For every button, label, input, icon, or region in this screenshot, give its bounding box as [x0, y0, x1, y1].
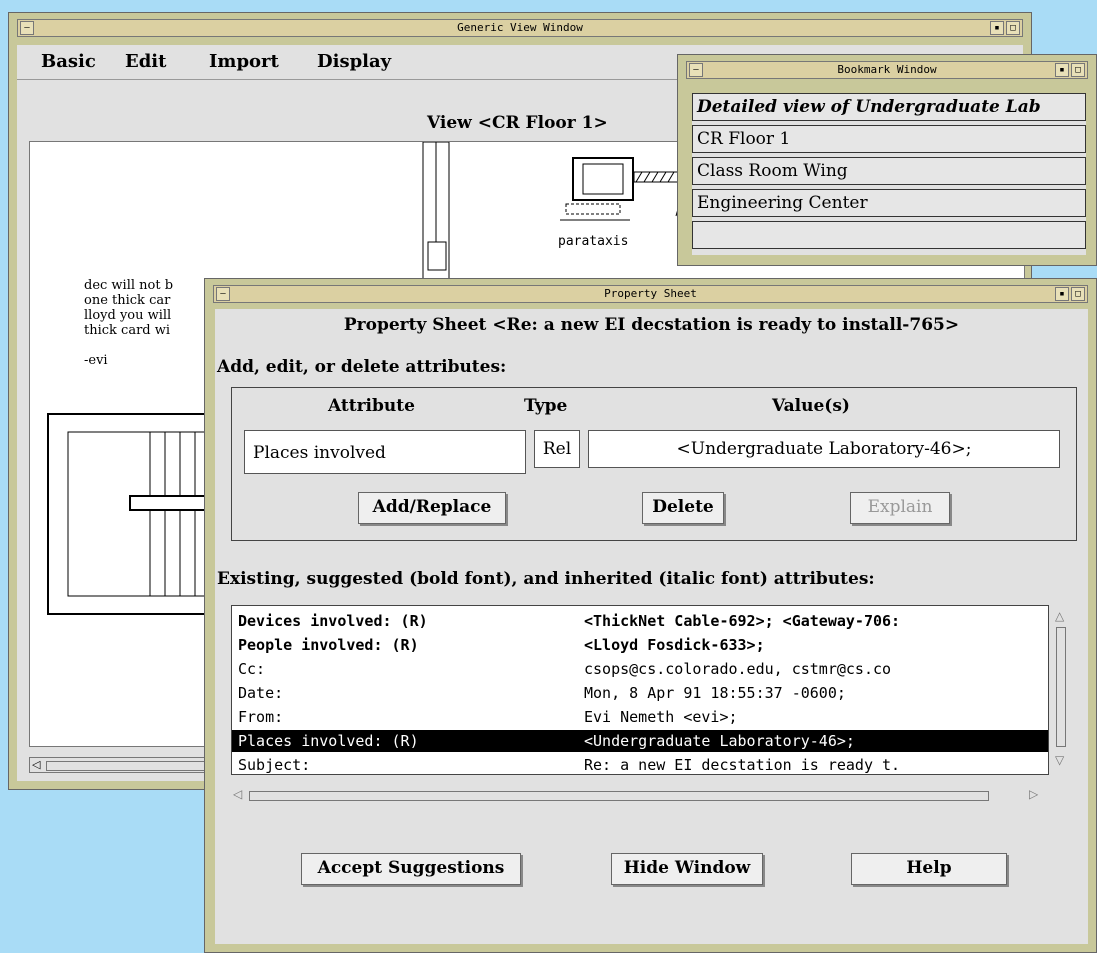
device-label: parataxis [558, 234, 629, 249]
menu-edit[interactable]: Edit [125, 45, 166, 79]
attribute-value: Evi Nemeth <evi>; [584, 708, 738, 726]
list-item-selected[interactable]: Places involved: (R) <Undergraduate Labo… [232, 730, 1048, 752]
attribute-value: <Lloyd Fosdick-633>; [584, 636, 765, 654]
attribute-key: People involved: (R) [238, 636, 419, 654]
attribute-value: <Undergraduate Laboratory-46>; [584, 732, 855, 750]
bookmark-item[interactable]: Class Room Wing [692, 157, 1086, 185]
attribute-input-value: Places involved [253, 443, 386, 463]
bookmark-item[interactable]: Detailed view of Undergraduate Lab [692, 93, 1086, 121]
scroll-down-icon[interactable]: ▽ [1055, 753, 1064, 767]
maximize-icon[interactable]: □ [1071, 287, 1085, 301]
attribute-value: csops@cs.colorado.edu, cstmr@cs.co [584, 660, 892, 678]
scroll-left-icon[interactable]: ◁ [32, 758, 40, 771]
type-input[interactable]: Rel [534, 430, 580, 468]
view-label: View <CR Floor 1> [427, 113, 608, 133]
window-menu-icon[interactable]: – [689, 63, 703, 77]
email-note: dec will not b one thick car lloyd you w… [84, 278, 173, 368]
attribute-value: <ThickNet Cable-692>; <Gateway-706: [584, 612, 901, 630]
attribute-key: Devices involved: (R) [238, 612, 428, 630]
bookmark-list: Detailed view of Undergraduate Lab CR Fl… [692, 93, 1086, 255]
scroll-up-icon[interactable]: △ [1055, 609, 1064, 623]
list-item[interactable]: Cc: csops@cs.colorado.edu, cstmr@cs.co [232, 658, 1048, 680]
maximize-icon[interactable]: □ [1071, 63, 1085, 77]
attribute-key: Date: [238, 684, 284, 702]
generic-view-titlebar[interactable]: – Generic View Window ▪ □ [17, 19, 1023, 37]
property-sheet-body: Property Sheet <Re: a new EI decstation … [215, 309, 1088, 944]
add-replace-button[interactable]: Add/Replace [358, 492, 506, 524]
note-line [84, 338, 173, 353]
values-input-value: <Undergraduate Laboratory-46>; [676, 439, 972, 459]
list-hscrollbar[interactable]: ◁ ▷ [231, 787, 1049, 805]
minimize-icon[interactable]: ▪ [1055, 63, 1069, 77]
bookmark-title: Bookmark Window [837, 63, 937, 76]
list-item[interactable]: People involved: (R) <Lloyd Fosdick-633>… [232, 634, 1048, 656]
attribute-key: Places involved: (R) [238, 732, 419, 750]
menu-basic[interactable]: Basic [41, 45, 96, 79]
attribute-key: From: [238, 708, 284, 726]
note-line: -evi [84, 353, 108, 368]
existing-attributes-label: Existing, suggested (bold font), and inh… [217, 569, 875, 589]
hide-window-button[interactable]: Hide Window [611, 853, 763, 885]
attribute-value: Re: a new EI decstation is ready t. [584, 756, 901, 774]
property-sheet-titlebar[interactable]: – Property Sheet ▪ □ [213, 285, 1088, 303]
attribute-editor: Attribute Type Value(s) Places involved … [231, 387, 1077, 541]
delete-button[interactable]: Delete [642, 492, 724, 524]
col-type-header: Type [524, 396, 568, 416]
minimize-icon[interactable]: ▪ [1055, 287, 1069, 301]
bookmark-item[interactable] [692, 221, 1086, 249]
col-values-header: Value(s) [772, 396, 850, 416]
accept-suggestions-button[interactable]: Accept Suggestions [301, 853, 521, 885]
property-sheet-window: – Property Sheet ▪ □ Property Sheet <Re:… [204, 278, 1097, 953]
attribute-value: Mon, 8 Apr 91 18:55:37 -0600; [584, 684, 846, 702]
col-attribute-header: Attribute [328, 396, 415, 416]
window-menu-icon[interactable]: – [20, 21, 34, 35]
scroll-left-icon[interactable]: ◁ [233, 787, 242, 801]
maximize-icon[interactable]: □ [1006, 21, 1020, 35]
note-line: thick card wi [84, 323, 171, 338]
menu-import[interactable]: Import [209, 45, 279, 79]
scroll-thumb[interactable] [1056, 627, 1066, 747]
scroll-thumb[interactable] [249, 791, 989, 801]
list-item[interactable]: Date: Mon, 8 Apr 91 18:55:37 -0600; [232, 682, 1048, 704]
property-sheet-title: Property Sheet [604, 287, 697, 300]
attribute-key: Subject: [238, 756, 311, 774]
list-item[interactable]: From: Evi Nemeth <evi>; [232, 706, 1048, 728]
attribute-input[interactable]: Places involved [244, 430, 526, 474]
workstation-icon [560, 157, 685, 221]
property-sheet-heading: Property Sheet <Re: a new EI decstation … [343, 315, 960, 335]
note-line: lloyd you will [84, 308, 172, 323]
list-item[interactable]: Devices involved: (R) <ThickNet Cable-69… [232, 610, 1048, 632]
scroll-thumb[interactable] [46, 761, 208, 771]
bookmark-item[interactable]: CR Floor 1 [692, 125, 1086, 153]
bookmark-item[interactable]: Engineering Center [692, 189, 1086, 217]
explain-button[interactable]: Explain [850, 492, 950, 524]
attribute-key: Cc: [238, 660, 266, 678]
generic-view-title: Generic View Window [457, 21, 583, 34]
note-line: dec will not b [84, 278, 174, 293]
bookmark-window: – Bookmark Window ▪ □ Detailed view of U… [677, 54, 1097, 266]
bookmark-titlebar[interactable]: – Bookmark Window ▪ □ [686, 61, 1088, 79]
list-item[interactable]: Subject: Re: a new EI decstation is read… [232, 754, 1048, 774]
help-button[interactable]: Help [851, 853, 1007, 885]
minimize-icon[interactable]: ▪ [990, 21, 1004, 35]
attribute-list[interactable]: Devices involved: (R) <ThickNet Cable-69… [231, 605, 1049, 775]
menu-display[interactable]: Display [317, 45, 391, 79]
list-vscrollbar[interactable]: △ ▽ [1053, 609, 1071, 773]
add-edit-label: Add, edit, or delete attributes: [217, 357, 507, 377]
note-line: one thick car [84, 293, 171, 308]
type-input-value: Rel [542, 439, 572, 459]
window-menu-icon[interactable]: – [216, 287, 230, 301]
values-input[interactable]: <Undergraduate Laboratory-46>; [588, 430, 1060, 468]
scroll-right-icon[interactable]: ▷ [1029, 787, 1038, 801]
